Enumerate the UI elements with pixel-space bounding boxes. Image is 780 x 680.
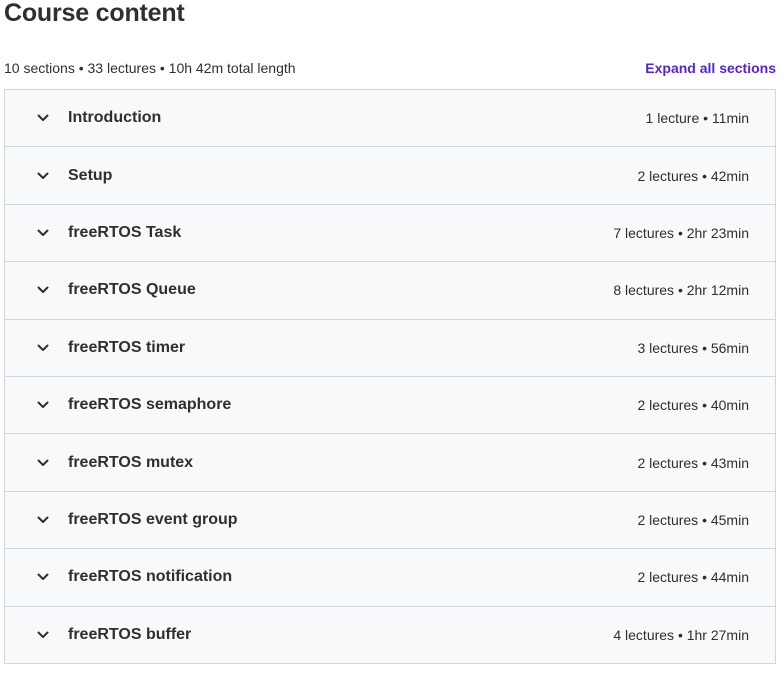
- section-meta: 2 lectures • 45min: [637, 511, 749, 528]
- section-title: Setup: [68, 166, 113, 184]
- section-meta: 4 lectures • 1hr 27min: [613, 626, 749, 643]
- chevron-down-icon: [36, 398, 50, 412]
- section-meta: 2 lectures • 40min: [637, 397, 749, 414]
- section-meta: 1 lecture • 11min: [645, 110, 749, 127]
- course-summary: 10 sections • 33 lectures • 10h 42m tota…: [4, 60, 296, 76]
- chevron-down-icon: [36, 283, 50, 297]
- section-row-setup[interactable]: Setup 2 lectures • 42min: [5, 147, 775, 205]
- section-row-notification[interactable]: freeRTOS notification 2 lectures • 44min: [5, 549, 775, 607]
- page-title: Course content: [4, 0, 185, 27]
- chevron-down-icon: [36, 226, 50, 240]
- course-summary-bar: 10 sections • 33 lectures • 10h 42m tota…: [4, 57, 776, 79]
- section-meta: 2 lectures • 43min: [637, 454, 749, 471]
- section-title: Introduction: [68, 109, 162, 127]
- section-meta: 8 lectures • 2hr 12min: [613, 282, 749, 299]
- section-row-semaphore[interactable]: freeRTOS semaphore 2 lectures • 40min: [5, 376, 775, 435]
- section-meta: 2 lectures • 42min: [637, 167, 749, 184]
- section-meta: 3 lectures • 56min: [637, 339, 749, 356]
- section-title: freeRTOS Task: [68, 223, 182, 241]
- chevron-down-icon: [36, 111, 50, 125]
- section-title: freeRTOS buffer: [68, 625, 192, 643]
- section-list: Introduction 1 lecture • 11min Setup 2 l…: [4, 89, 776, 664]
- section-title: freeRTOS mutex: [68, 453, 194, 471]
- section-row-buffer[interactable]: freeRTOS buffer 4 lectures • 1hr 27min: [5, 606, 775, 664]
- section-row-task[interactable]: freeRTOS Task 7 lectures • 2hr 23min: [5, 204, 775, 263]
- section-row-event-group[interactable]: freeRTOS event group 2 lectures • 45min: [5, 491, 775, 550]
- section-row-queue[interactable]: freeRTOS Queue 8 lectures • 2hr 12min: [5, 262, 775, 320]
- section-title: freeRTOS Queue: [68, 281, 196, 299]
- section-row-timer[interactable]: freeRTOS timer 3 lectures • 56min: [5, 319, 775, 377]
- chevron-down-icon: [36, 570, 50, 584]
- chevron-down-icon: [36, 456, 50, 470]
- section-meta: 7 lectures • 2hr 23min: [613, 224, 749, 241]
- section-title: freeRTOS event group: [68, 510, 238, 528]
- chevron-down-icon: [36, 513, 50, 527]
- expand-all-sections-button[interactable]: Expand all sections: [645, 60, 776, 76]
- chevron-down-icon: [36, 169, 50, 183]
- section-title: freeRTOS timer: [68, 338, 186, 356]
- chevron-down-icon: [36, 341, 50, 355]
- section-title: freeRTOS notification: [68, 568, 233, 586]
- section-row-introduction[interactable]: Introduction 1 lecture • 11min: [5, 90, 775, 148]
- chevron-down-icon: [36, 628, 50, 642]
- section-title: freeRTOS semaphore: [68, 396, 232, 414]
- section-meta: 2 lectures • 44min: [637, 569, 749, 586]
- section-row-mutex[interactable]: freeRTOS mutex 2 lectures • 43min: [5, 434, 775, 492]
